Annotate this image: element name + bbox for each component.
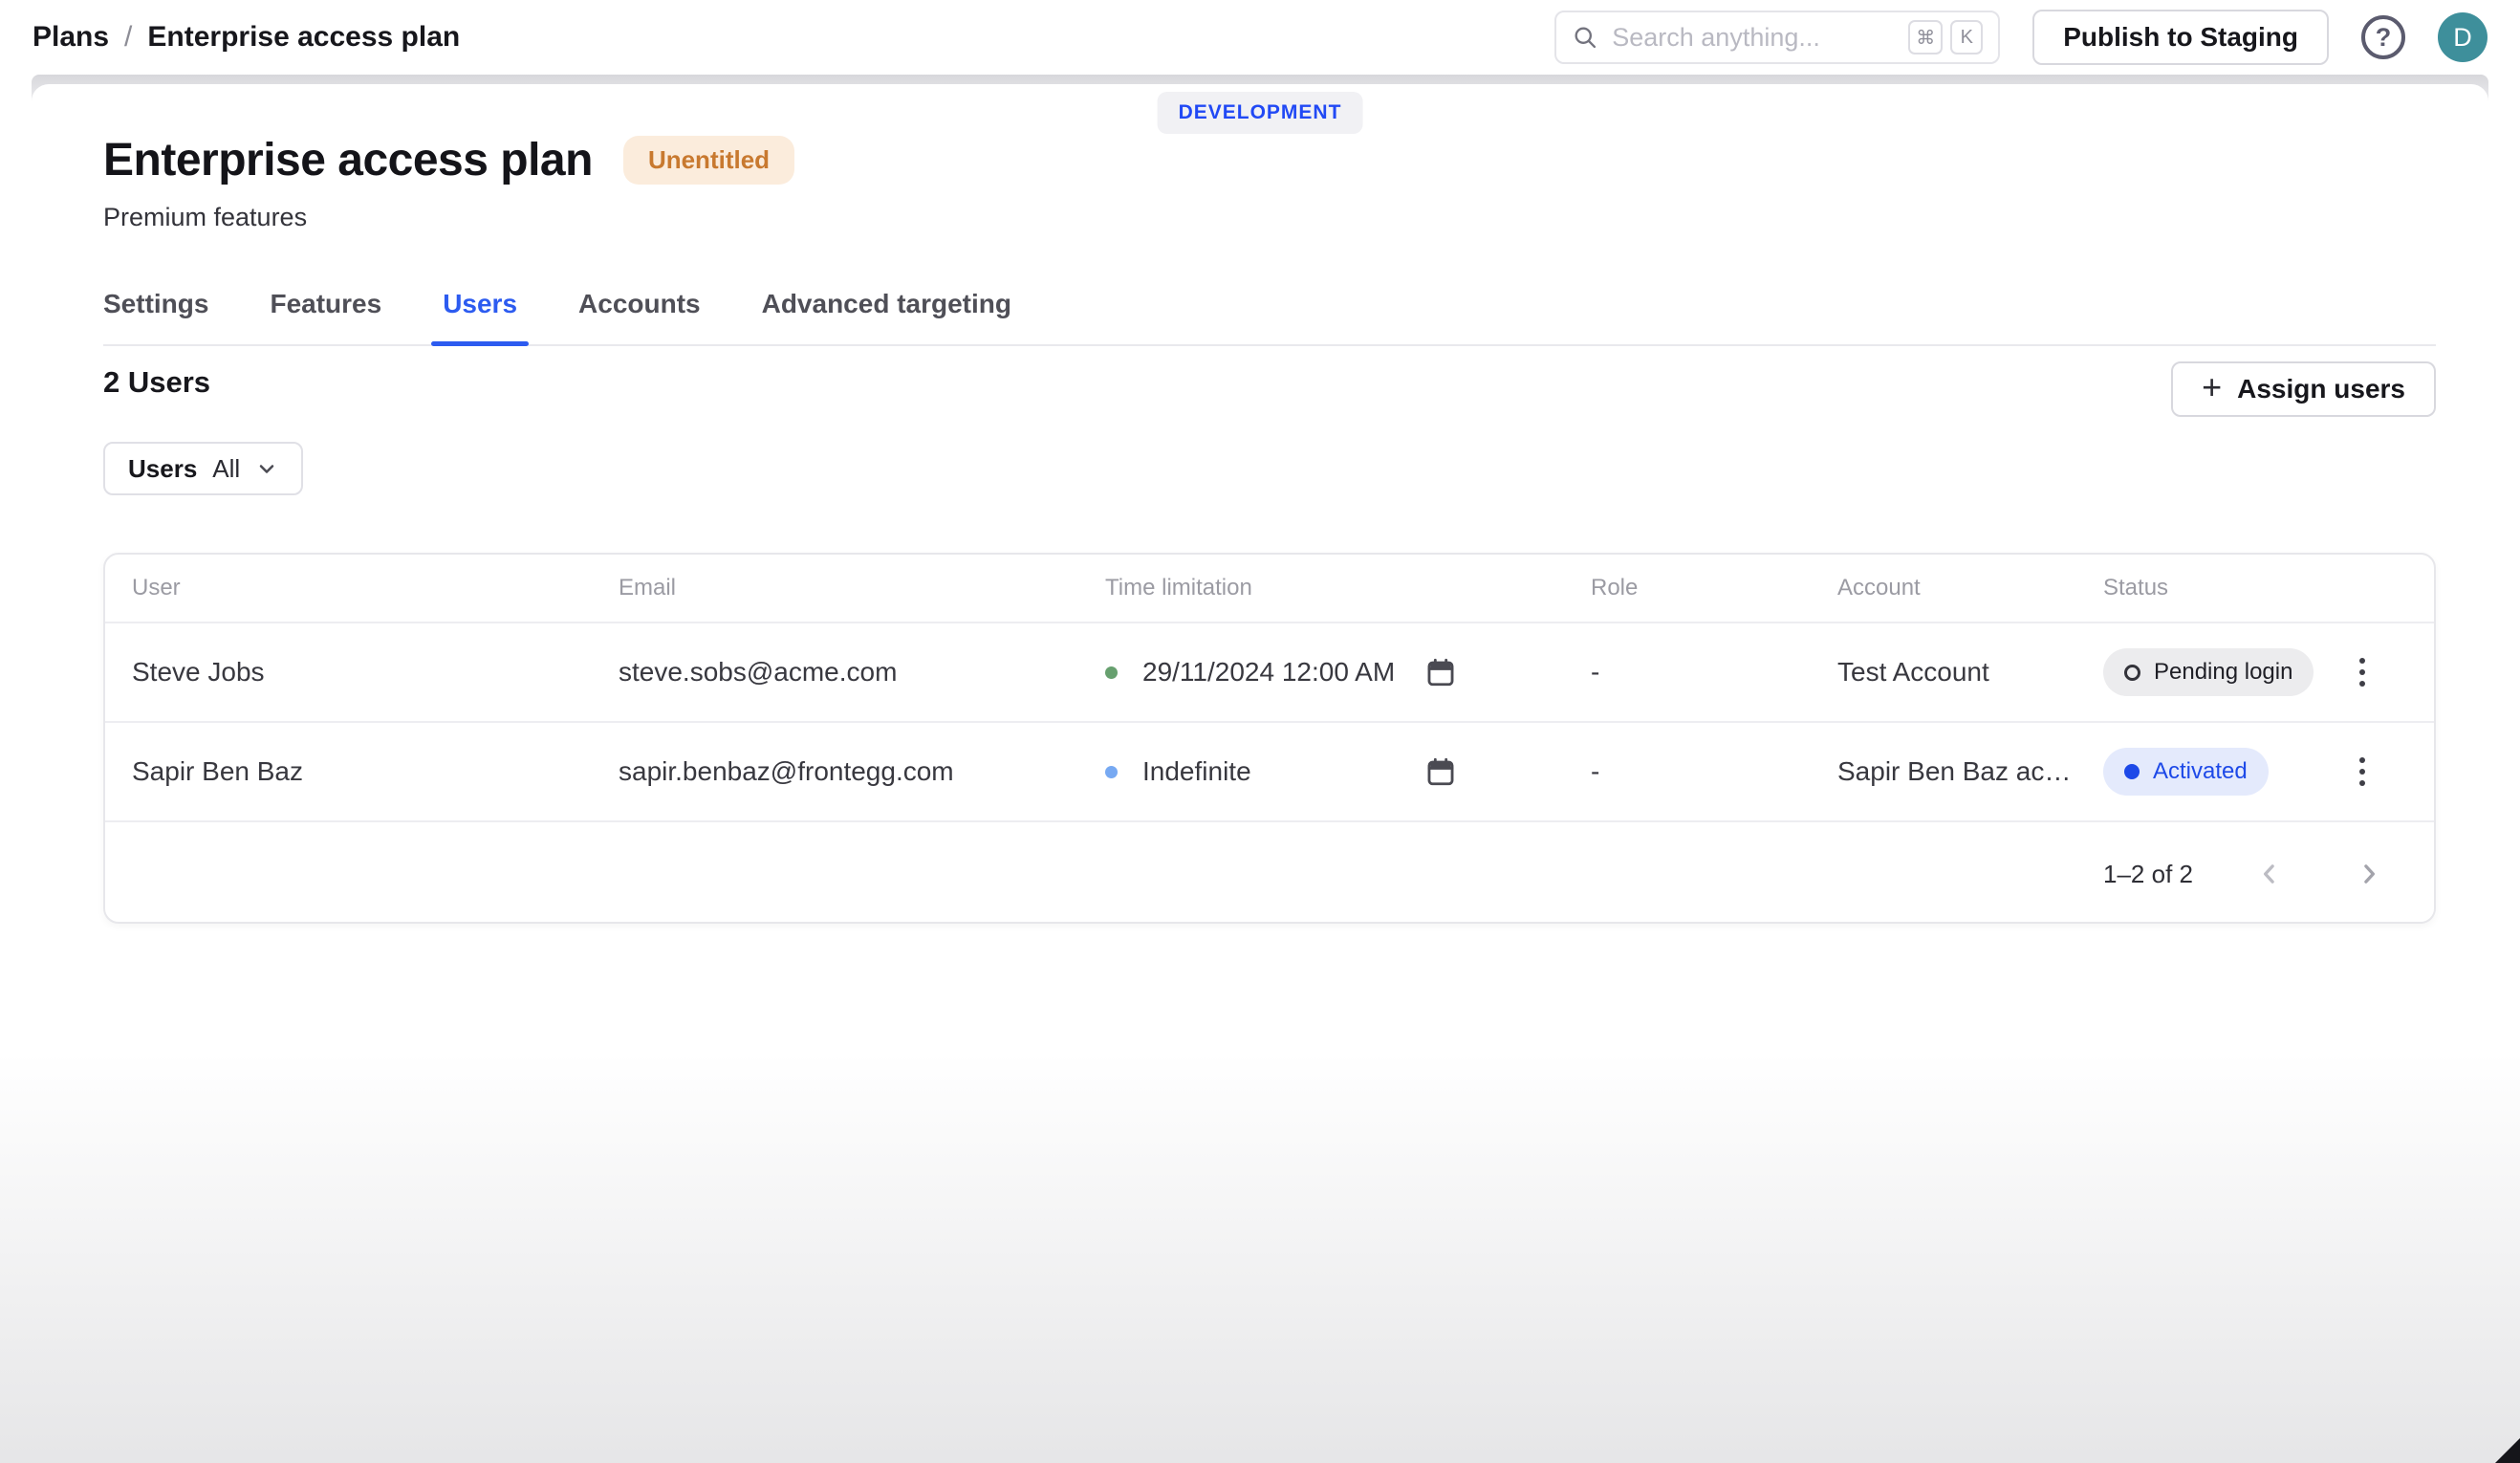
calendar-icon[interactable] [1424, 656, 1457, 688]
col-header-role: Role [1591, 575, 1837, 601]
table-footer: 1–2 of 2 [105, 820, 2434, 924]
filter-value: All [212, 454, 240, 484]
time-limitation-value: 29/11/2024 12:00 AM [1142, 657, 1395, 688]
time-status-dot [1105, 766, 1118, 778]
tab-users[interactable]: Users [431, 285, 529, 344]
page-subtitle: Premium features [103, 203, 307, 232]
breadcrumb-current-page: Enterprise access plan [147, 21, 460, 54]
plus-icon: + [2202, 370, 2222, 404]
cell-account: Sapir Ben Baz acco… [1837, 756, 2103, 787]
assign-users-label: Assign users [2237, 374, 2405, 404]
cell-time-limitation: 29/11/2024 12:00 AM [1105, 656, 1591, 688]
tab-features[interactable]: Features [258, 285, 393, 344]
row-actions-menu-icon[interactable] [2352, 650, 2373, 694]
status-badge: Activated [2103, 748, 2269, 796]
k-key: K [1950, 20, 1983, 55]
breadcrumb: Plans / Enterprise access plan [33, 21, 460, 54]
cell-account: Test Account [1837, 657, 2103, 688]
pending-ring-icon [2124, 665, 2140, 681]
search-icon [1572, 24, 1598, 51]
cell-user: Sapir Ben Baz [132, 756, 619, 787]
status-badge: Pending login [2103, 648, 2314, 696]
time-limitation-value: Indefinite [1142, 756, 1251, 787]
pagination-next-icon[interactable] [2346, 851, 2392, 897]
table-row: Steve Jobs steve.sobs@acme.com 29/11/202… [105, 622, 2434, 721]
time-status-dot [1105, 666, 1118, 679]
activated-dot-icon [2124, 764, 2140, 779]
status-label: Pending login [2154, 659, 2292, 686]
tab-bar: Settings Features Users Accounts Advance… [103, 285, 2436, 346]
publish-to-staging-button[interactable]: Publish to Staging [2032, 10, 2329, 65]
page-title: Enterprise access plan [103, 134, 593, 186]
users-count-heading: 2 Users [103, 365, 210, 400]
cell-role: - [1591, 756, 1837, 787]
search-input[interactable] [1612, 23, 1895, 53]
pagination-range: 1–2 of 2 [2103, 860, 2193, 889]
cell-role: - [1591, 657, 1837, 688]
global-search[interactable]: ⌘ K [1554, 11, 2000, 64]
table-row: Sapir Ben Baz sapir.benbaz@frontegg.com … [105, 721, 2434, 820]
table-header-row: User Email Time limitation Role Account … [105, 555, 2434, 622]
avatar[interactable]: D [2438, 12, 2487, 62]
breadcrumb-plans[interactable]: Plans [33, 21, 109, 54]
col-header-email: Email [619, 575, 1105, 601]
pagination-prev-icon[interactable] [2247, 851, 2292, 897]
page-header: Enterprise access plan Unentitled [103, 134, 794, 186]
filter-label: Users [128, 454, 197, 484]
assign-users-button[interactable]: + Assign users [2171, 361, 2436, 417]
tab-accounts[interactable]: Accounts [567, 285, 712, 344]
status-label: Activated [2153, 758, 2248, 785]
cell-time-limitation: Indefinite [1105, 755, 1591, 788]
cell-email: sapir.benbaz@frontegg.com [619, 756, 1105, 787]
cell-email: steve.sobs@acme.com [619, 657, 1105, 688]
top-navbar: Plans / Enterprise access plan ⌘ K Publi… [0, 0, 2520, 75]
col-header-account: Account [1837, 575, 2103, 601]
col-header-status: Status [2103, 575, 2352, 601]
cell-user: Steve Jobs [132, 657, 619, 688]
breadcrumb-separator: / [124, 21, 132, 54]
row-actions-menu-icon[interactable] [2352, 750, 2373, 794]
tab-advanced-targeting[interactable]: Advanced targeting [750, 285, 1023, 344]
tab-settings[interactable]: Settings [103, 285, 220, 344]
col-header-user: User [132, 575, 619, 601]
users-table: User Email Time limitation Role Account … [103, 553, 2436, 924]
users-filter-dropdown[interactable]: Users All [103, 442, 303, 495]
col-header-time-limitation: Time limitation [1105, 575, 1591, 601]
chevron-down-icon [255, 457, 278, 480]
corner-resize-mark [2495, 1438, 2520, 1463]
help-icon[interactable]: ? [2361, 15, 2405, 59]
unentitled-badge: Unentitled [623, 136, 794, 185]
environment-badge: DEVELOPMENT [1158, 92, 1363, 134]
navbar-actions: ⌘ K Publish to Staging ? D [1554, 10, 2487, 65]
calendar-icon[interactable] [1424, 755, 1457, 788]
cmd-key: ⌘ [1908, 20, 1943, 55]
search-shortcut: ⌘ K [1908, 20, 1983, 55]
